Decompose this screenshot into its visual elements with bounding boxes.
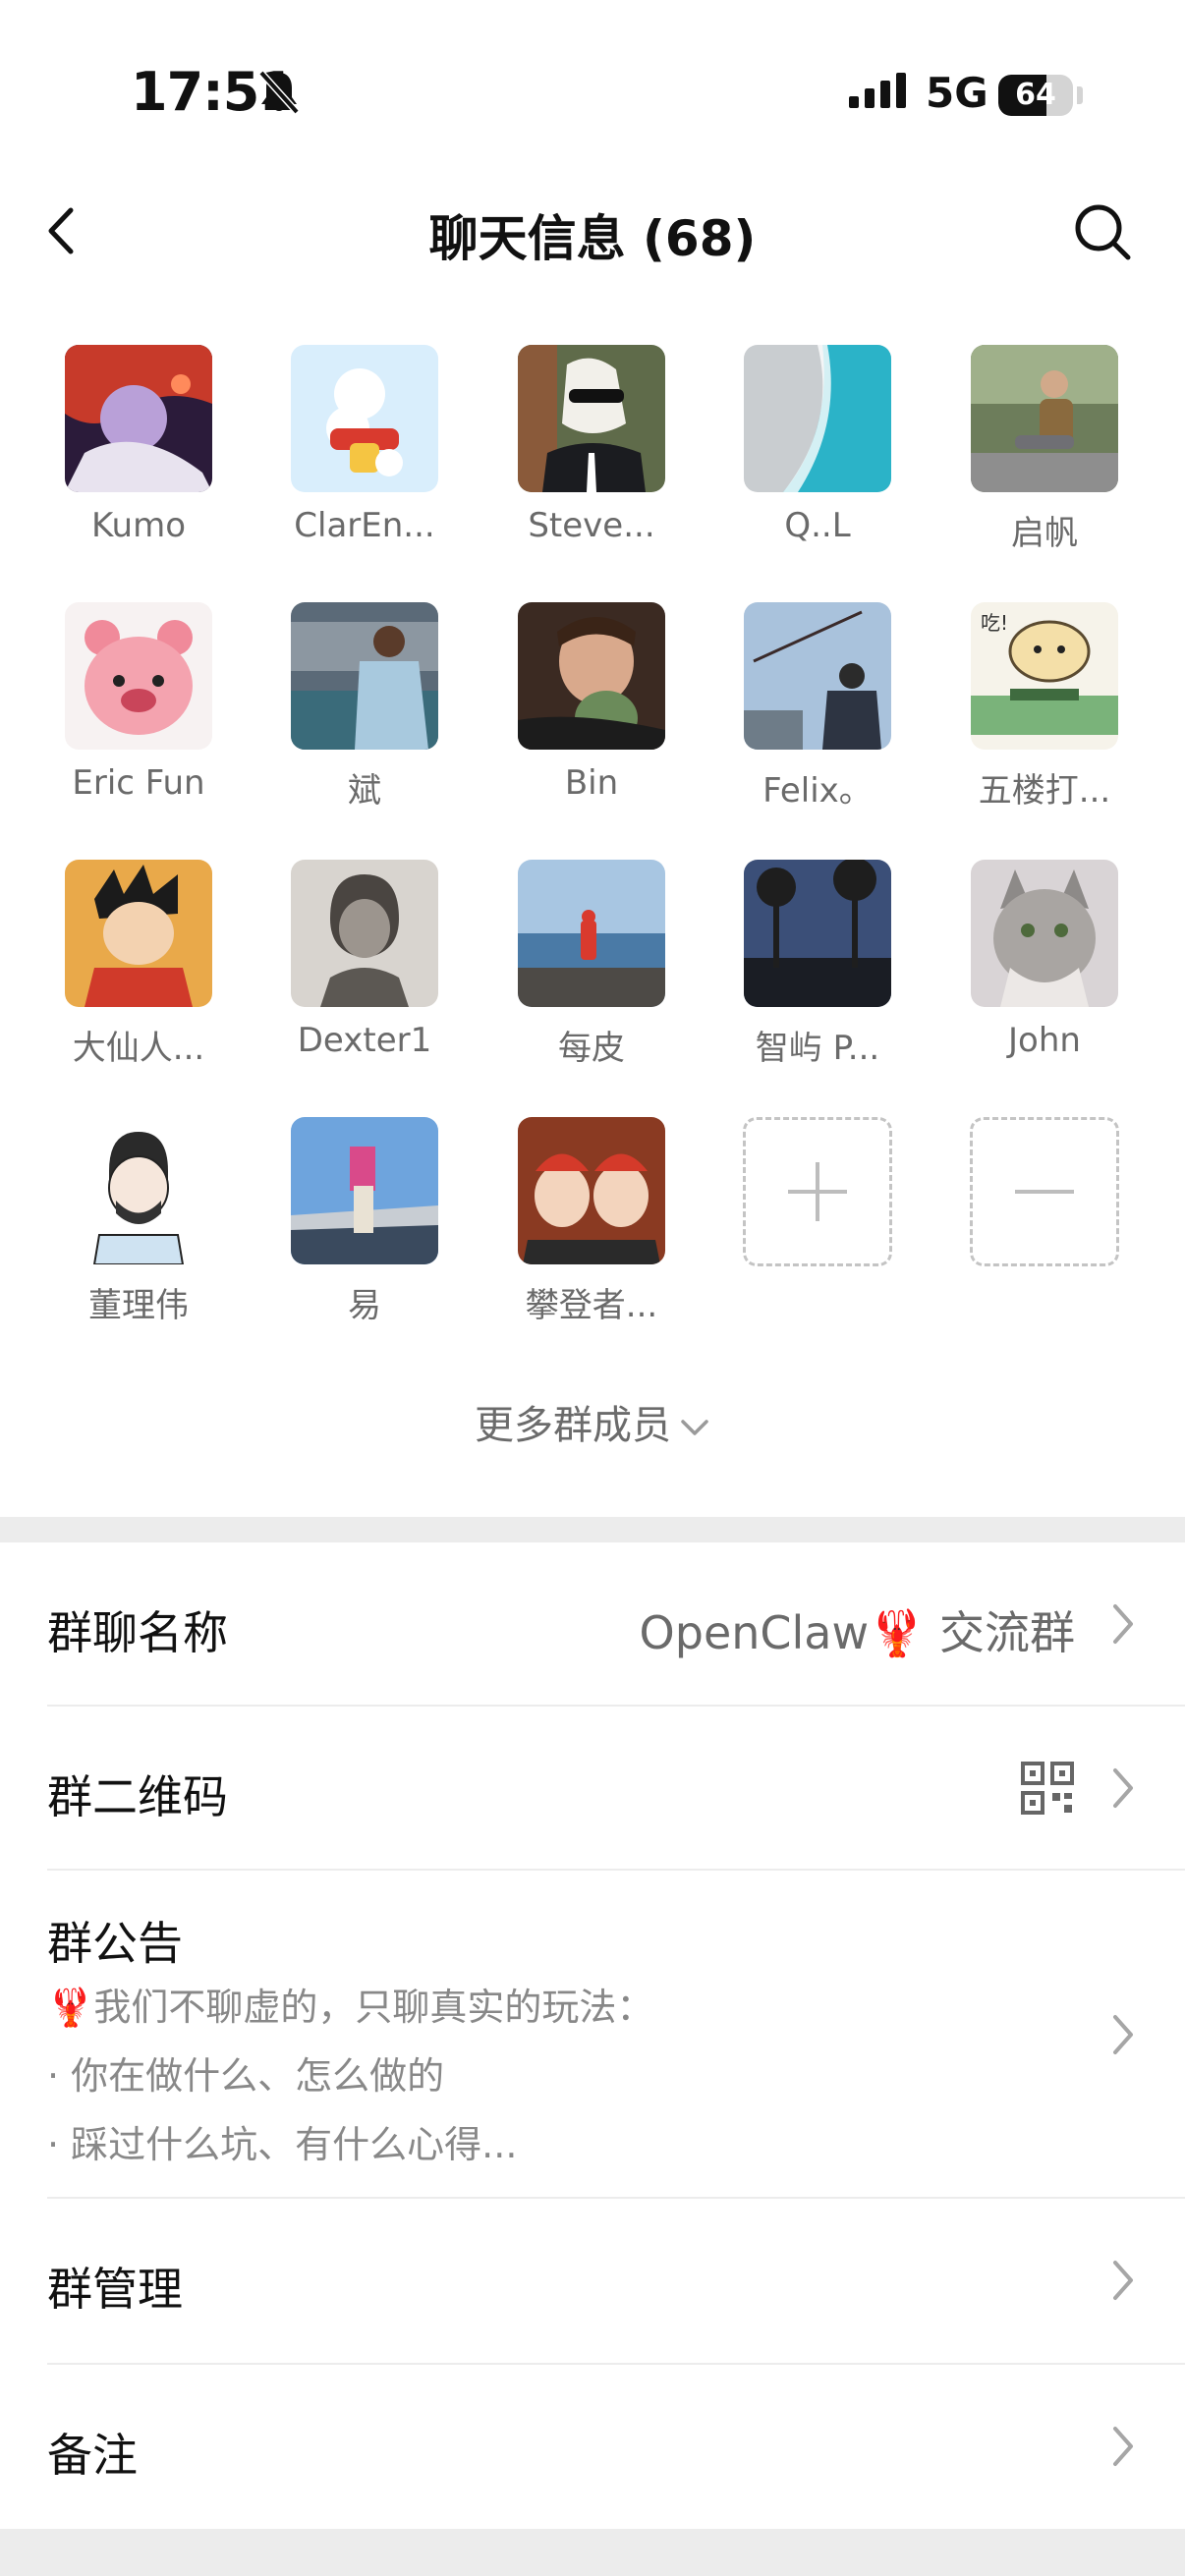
group-name-row[interactable]: 群聊名称 OpenClaw🦞 交流群 (0, 1542, 1185, 1706)
chevron-right-icon (1113, 2015, 1133, 2054)
battery-nub (1077, 86, 1083, 104)
member-item[interactable]: 智屿 P... (705, 860, 931, 1069)
member-name: Bin (564, 763, 619, 803)
more-members-label: 更多群成员 (475, 1403, 671, 1448)
avatar (291, 602, 438, 750)
status-bar: 17:51 5G 64 (0, 0, 1185, 187)
chevron-right-icon (1113, 2427, 1133, 2466)
member-item[interactable]: Felix。 (705, 602, 931, 812)
member-name: 董理伟 (88, 1286, 189, 1325)
qr-code-row[interactable]: 群二维码 (0, 1707, 1185, 1870)
member-name: Kumo (90, 506, 187, 545)
member-item[interactable]: ClarEn... (252, 345, 478, 545)
member-name: 攀登者... (525, 1286, 658, 1325)
member-item[interactable]: Bin (479, 602, 705, 803)
member-name: 智屿 P... (755, 1029, 880, 1068)
remove-member-button[interactable] (931, 1117, 1157, 1266)
qr-code-icon (1020, 1761, 1075, 1820)
avatar: 吃! (971, 602, 1118, 750)
member-item[interactable]: Steve... (479, 345, 705, 545)
member-name: Q..L (784, 506, 851, 545)
group-manage-label: 群管理 (47, 2263, 183, 2316)
member-name: 启帆 (1011, 514, 1078, 553)
member-name: 易 (348, 1286, 381, 1325)
group-name-label: 群聊名称 (47, 1606, 228, 1659)
mute-bell-icon (257, 69, 301, 120)
member-item[interactable]: 每皮 (479, 860, 705, 1069)
member-name: 五楼打... (978, 771, 1111, 811)
chevron-right-icon (1113, 1604, 1133, 1644)
avatar (518, 602, 665, 750)
announcement-label: 群公告 (47, 1917, 183, 1970)
battery-level: 64 (1015, 78, 1056, 112)
member-name: Eric Fun (72, 763, 205, 803)
announcement-line: 🦞我们不聊虚的，只聊真实的玩法： (47, 1986, 654, 2029)
member-name: ClarEn... (294, 506, 435, 545)
cell-signal-icon (849, 73, 908, 112)
member-name: Dexter1 (297, 1021, 432, 1060)
member-item[interactable]: 吃! 五楼打... (931, 602, 1157, 812)
member-item[interactable]: 攀登者... (479, 1117, 705, 1326)
avatar (65, 860, 212, 1007)
add-member-button[interactable] (705, 1117, 931, 1266)
svg-text:吃!: 吃! (981, 611, 1008, 635)
member-name: 大仙人... (72, 1029, 205, 1068)
announcement-line: · 你在做什么、怎么做的 (47, 2054, 445, 2098)
plus-icon[interactable] (743, 1117, 892, 1266)
minus-icon[interactable] (970, 1117, 1119, 1266)
search-icon[interactable] (1071, 200, 1136, 265)
network-type: 5G (926, 69, 988, 117)
member-item[interactable]: 大仙人... (26, 860, 252, 1069)
qr-code-label: 群二维码 (47, 1770, 228, 1823)
remark-row[interactable]: 备注 (0, 2365, 1185, 2528)
chevron-right-icon (1113, 2261, 1133, 2300)
avatar (518, 345, 665, 492)
avatar (65, 1117, 212, 1264)
section-gap (0, 1517, 1185, 1542)
chevron-down-icon (681, 1420, 708, 1435)
member-item[interactable]: 易 (252, 1117, 478, 1326)
avatar (291, 860, 438, 1007)
chevron-right-icon (1113, 1768, 1133, 1808)
avatar (971, 345, 1118, 492)
avatar (744, 860, 891, 1007)
member-item[interactable]: 启帆 (931, 345, 1157, 554)
member-name: John (1008, 1021, 1081, 1060)
avatar (518, 860, 665, 1007)
member-name: 每皮 (558, 1029, 625, 1068)
avatar (744, 602, 891, 750)
section-gap (0, 2529, 1185, 2576)
member-item[interactable]: Dexter1 (252, 860, 478, 1060)
member-item[interactable]: Q..L (705, 345, 931, 545)
avatar (971, 860, 1118, 1007)
member-item[interactable]: Kumo (26, 345, 252, 545)
group-manage-row[interactable]: 群管理 (0, 2199, 1185, 2362)
member-name: Steve... (528, 506, 655, 545)
member-name: 斌 (348, 771, 381, 811)
avatar (518, 1117, 665, 1264)
remark-label: 备注 (47, 2429, 138, 2482)
avatar (744, 345, 891, 492)
member-item[interactable]: 斌 (252, 602, 478, 812)
page-title: 聊天信息 (68) (428, 210, 757, 267)
announcement-row[interactable]: 群公告 🦞我们不聊虚的，只聊真实的玩法： · 你在做什么、怎么做的 · 踩过什么… (0, 1871, 1185, 2197)
group-name-value: OpenClaw🦞 交流群 (639, 1606, 1075, 1659)
member-item[interactable]: John (931, 860, 1157, 1060)
member-name: Felix。 (762, 771, 873, 811)
avatar (291, 1117, 438, 1264)
member-item[interactable]: Eric Fun (26, 602, 252, 803)
more-members-link[interactable]: 更多群成员 (0, 1393, 1185, 1450)
avatar (291, 345, 438, 492)
avatar (65, 602, 212, 750)
member-item[interactable]: 董理伟 (26, 1117, 252, 1326)
announcement-line: · 踩过什么坑、有什么心得... (47, 2123, 518, 2166)
avatar (65, 345, 212, 492)
battery-icon: 64 (998, 75, 1073, 116)
